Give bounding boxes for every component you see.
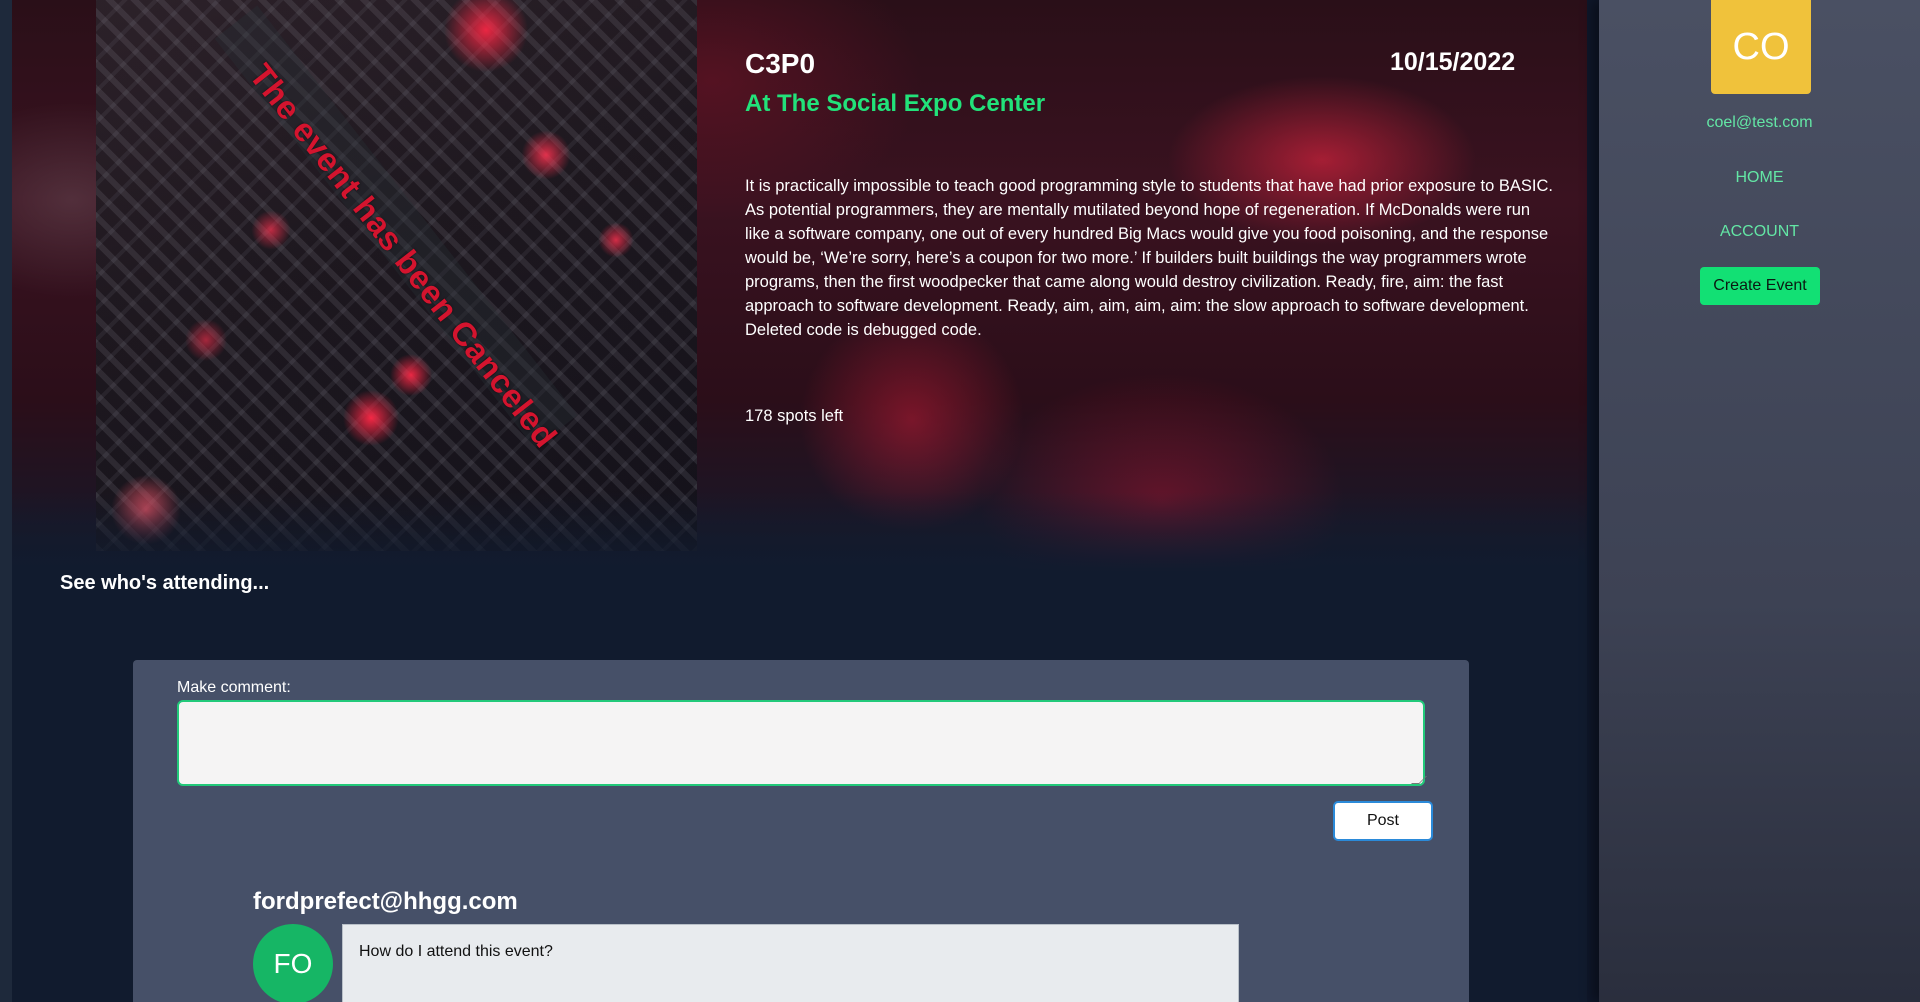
comments-panel: Make comment: Post fordprefect@hhgg.com …	[133, 660, 1469, 1002]
sidebar: CO coel@test.com HOME ACCOUNT Create Eve…	[1599, 0, 1920, 1002]
event-page: The event has been Canceled C3P0 10/15/2…	[12, 0, 1587, 1002]
left-edge	[0, 0, 12, 1002]
event-location: At The Social Expo Center	[745, 90, 1046, 117]
canceled-overlay-text: The event has been Canceled	[242, 56, 565, 455]
event-hero: The event has been Canceled C3P0 10/15/2…	[12, 0, 1587, 572]
event-description: It is practically impossible to teach go…	[745, 177, 1553, 339]
create-event-button[interactable]: Create Event	[1700, 267, 1820, 305]
see-attendees-link[interactable]: See who's attending...	[60, 572, 269, 595]
event-image: The event has been Canceled	[96, 0, 697, 551]
comment-author: fordprefect@hhgg.com	[253, 888, 518, 915]
event-date: 10/15/2022	[1390, 48, 1516, 76]
spots-left: 178 spots left	[745, 407, 844, 425]
comment-label: Make comment:	[177, 679, 291, 696]
user-email: coel@test.com	[1706, 114, 1813, 131]
user-avatar[interactable]: CO	[1711, 0, 1811, 94]
nav-home-link[interactable]: HOME	[1599, 169, 1920, 187]
comment-author-avatar: FO	[253, 924, 333, 1002]
nav-account-link[interactable]: ACCOUNT	[1599, 223, 1920, 241]
post-button[interactable]: Post	[1333, 801, 1433, 841]
event-title: C3P0	[745, 48, 816, 79]
comment-input[interactable]	[177, 700, 1425, 786]
comment-text: How do I attend this event?	[342, 924, 1239, 1002]
